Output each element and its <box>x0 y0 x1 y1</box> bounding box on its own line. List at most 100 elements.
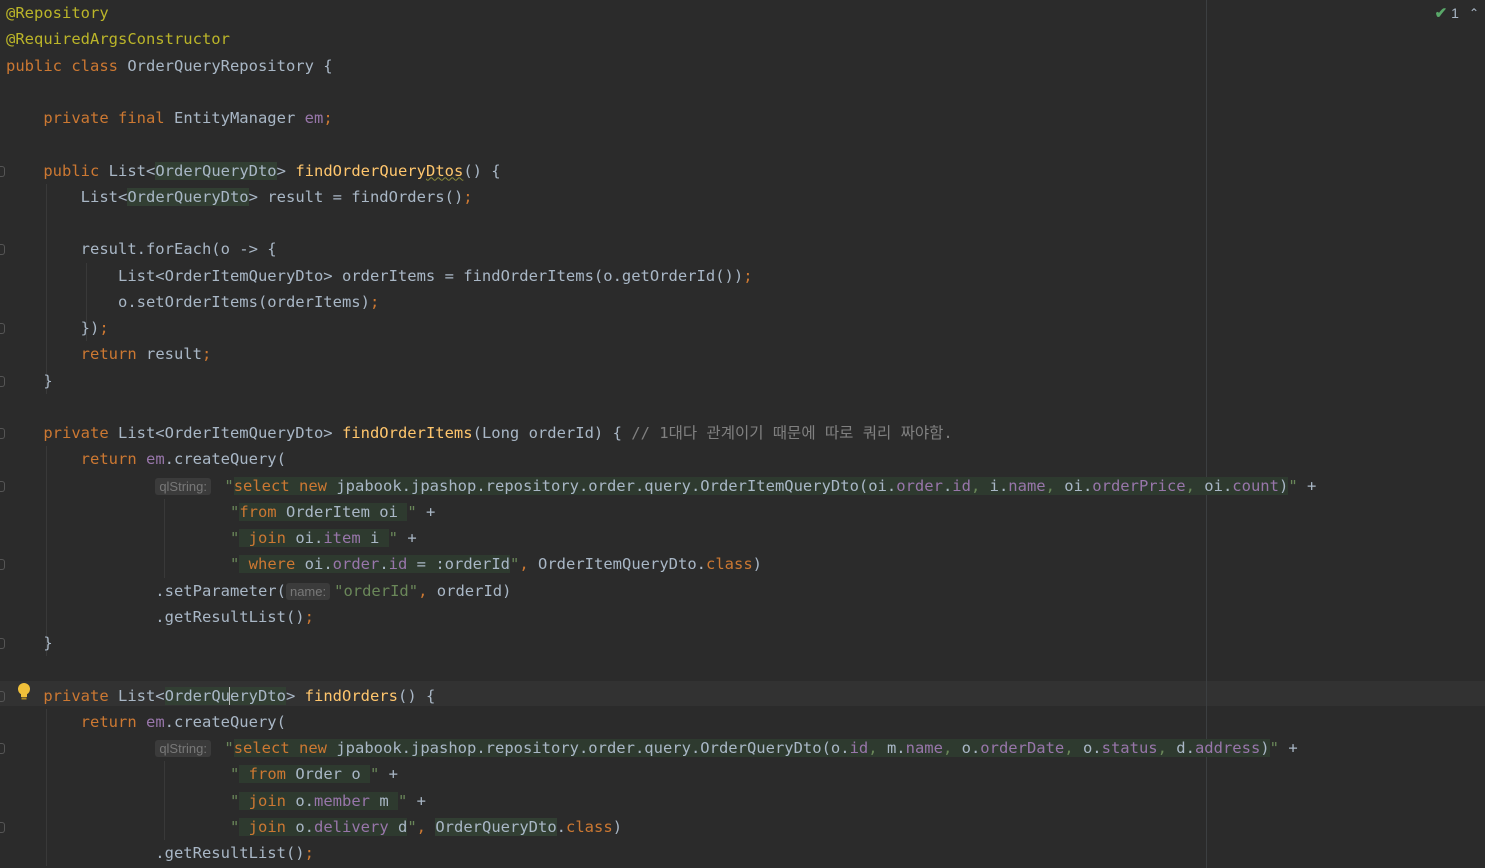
code-token: o. <box>295 791 314 810</box>
code-token: > result = findOrders() <box>248 187 464 206</box>
code-token: ) <box>752 555 763 574</box>
code-token: result <box>145 345 202 364</box>
code-line[interactable]: return em.createQuery( <box>6 709 286 735</box>
code-token: OrderQueryDto <box>435 817 557 836</box>
chevron-up-icon[interactable]: ⌃ <box>1469 6 1479 20</box>
code-token: em <box>304 109 324 127</box>
fold-marker[interactable] <box>0 743 5 754</box>
code-token: private <box>6 424 118 442</box>
code-token: delivery <box>314 817 389 836</box>
code-token: orderId) <box>436 581 512 600</box>
code-token: o. <box>961 739 981 757</box>
code-token: () { <box>463 161 501 180</box>
code-token: d <box>388 817 408 836</box>
code-token: " <box>407 817 417 836</box>
code-token: jpabook.jpashop.repository.order.query.O… <box>336 739 850 757</box>
code-token: result.forEach(o -> { <box>6 240 277 259</box>
code-line[interactable]: private List<OrderQueryDto> findOrders()… <box>6 683 435 709</box>
code-token: ) <box>1278 476 1289 495</box>
code-token: " <box>229 817 240 836</box>
code-token: , <box>418 581 437 600</box>
code-token: orderPrice <box>1092 476 1186 495</box>
code-line[interactable]: }); <box>6 315 109 341</box>
code-line[interactable]: " join oi.item i " + <box>6 525 417 551</box>
fold-marker[interactable] <box>0 428 5 439</box>
code-line[interactable]: return result; <box>6 341 212 367</box>
code-token: + <box>1297 476 1317 495</box>
code-token: List< <box>6 187 128 206</box>
code-line[interactable]: qlString: "select new jpabook.jpashop.re… <box>6 735 1298 761</box>
inspection-widget[interactable]: ✔ 1 ⌃ <box>1435 4 1479 22</box>
code-line[interactable]: " join o.member m " + <box>6 788 426 814</box>
code-token: m. <box>886 739 906 757</box>
code-line[interactable]: .getResultList(); <box>6 840 314 866</box>
code-token: return <box>6 345 146 364</box>
code-token <box>239 765 249 784</box>
fold-marker[interactable] <box>0 480 5 492</box>
fold-marker[interactable] <box>0 375 5 387</box>
code-line[interactable]: return em.createQuery( <box>6 446 286 472</box>
code-line[interactable]: .getResultList(); <box>6 604 314 630</box>
code-token: count <box>1232 476 1279 495</box>
code-token: select new <box>233 739 337 757</box>
code-token: name <box>905 739 943 757</box>
code-line[interactable]: } <box>6 630 53 656</box>
code-line[interactable]: List<OrderItemQueryDto> orderItems = fin… <box>6 263 753 289</box>
code-token: i. <box>989 476 1009 495</box>
code-token: " <box>1269 739 1279 757</box>
fold-marker[interactable] <box>0 559 5 571</box>
code-line[interactable]: "from OrderItem oi " + <box>6 499 435 525</box>
code-token: id <box>952 476 971 495</box>
code-line[interactable]: @Repository <box>6 0 109 26</box>
code-line[interactable]: private List<OrderItemQueryDto> findOrde… <box>6 420 953 446</box>
code-line[interactable]: } <box>6 368 52 394</box>
fold-marker[interactable] <box>0 821 5 833</box>
code-line[interactable]: " join o.delivery d", OrderQueryDto.clas… <box>6 814 622 840</box>
code-token: @RequiredArgsConstructor <box>6 30 230 49</box>
code-line[interactable]: qlString: "select new jpabook.jpashop.re… <box>6 473 1316 499</box>
code-token: ; <box>304 844 314 862</box>
code-line[interactable]: result.forEach(o -> { <box>6 236 277 262</box>
code-token: } <box>6 634 53 652</box>
code-token: address <box>1194 739 1261 757</box>
code-token: EntityManager <box>173 109 305 127</box>
code-line[interactable]: " from Order o " + <box>6 761 398 787</box>
code-editor[interactable]: @Repository @RequiredArgsConstructor publi… <box>0 0 1485 868</box>
code-line[interactable]: public class OrderQueryRepository { <box>6 53 333 79</box>
code-token: () { <box>397 686 436 705</box>
code-token: m <box>370 791 398 810</box>
code-line[interactable]: o.setOrderItems(orderItems); <box>6 289 379 315</box>
fold-marker[interactable] <box>0 244 5 256</box>
code-token: OrderItem oi <box>285 502 408 521</box>
code-line[interactable]: " where oi.order.id = :orderId", OrderIt… <box>6 551 762 577</box>
inspection-count: 1 <box>1451 5 1459 21</box>
code-token: ; <box>323 109 333 127</box>
lightbulb-icon[interactable] <box>16 682 32 702</box>
code-line[interactable]: @RequiredArgsConstructor <box>6 26 230 52</box>
fold-marker[interactable] <box>0 638 5 649</box>
code-token: ) <box>612 817 623 836</box>
code-token: " <box>215 476 234 495</box>
code-token: List<OrderItemQueryDto> <box>117 424 342 442</box>
code-line[interactable]: List<OrderQueryDto> result = findOrders(… <box>6 184 473 210</box>
code-token: , <box>519 555 539 574</box>
code-token: " <box>229 529 240 547</box>
code-token: "orderId" <box>334 581 419 600</box>
fold-marker[interactable] <box>0 165 5 177</box>
code-line[interactable]: public List<OrderQueryDto> findOrderQuer… <box>6 158 501 184</box>
fold-marker[interactable] <box>0 690 5 702</box>
fold-marker[interactable] <box>0 323 5 334</box>
code-token: " <box>229 765 240 784</box>
code-line[interactable]: private final EntityManager em; <box>6 105 333 131</box>
code-token: // 1대다 관계이기 때문에 따로 쿼리 짜야함. <box>631 424 953 442</box>
code-token: " <box>215 739 234 757</box>
code-token: + <box>416 502 436 521</box>
code-token: from <box>248 765 296 784</box>
code-token: o.setOrderItems(orderItems) <box>6 292 370 311</box>
code-token: + <box>379 765 398 784</box>
code-line[interactable]: .setParameter(name: "orderId", orderId) <box>6 578 511 604</box>
code-token: , <box>416 817 436 836</box>
